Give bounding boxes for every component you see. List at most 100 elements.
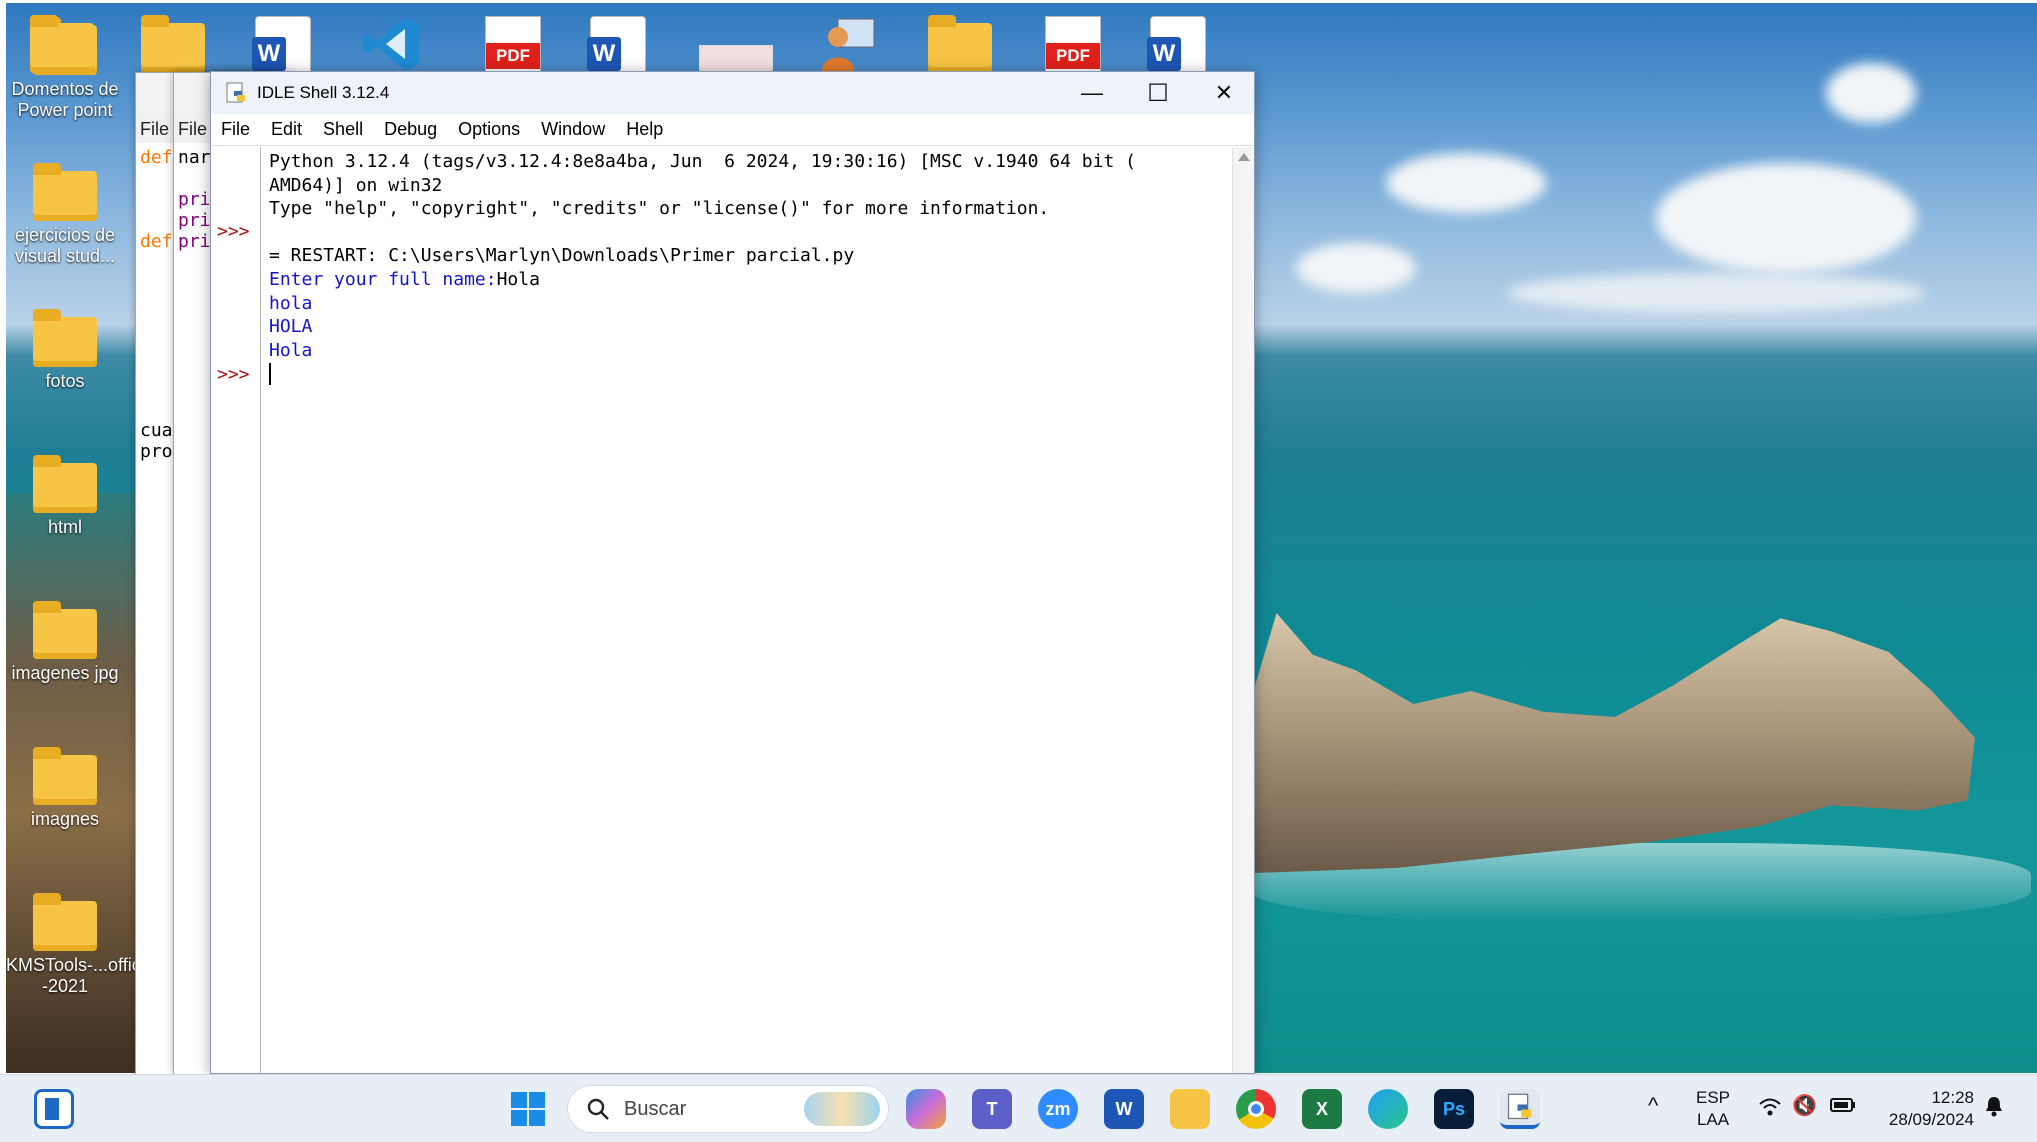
folder-icon-top[interactable]	[928, 13, 992, 75]
desktop-icon-ejercicios[interactable]: ejercicios de visual stud...	[6, 163, 124, 267]
cloud	[1386, 153, 1546, 213]
desktop-icon-label: KMSTools-...office--2021	[6, 955, 157, 996]
desktop-icon-label: Domentos de Power point	[11, 79, 119, 120]
desktop-icon-kmstools[interactable]: KMSTools-...office--2021	[6, 893, 157, 997]
pdf-doc-icon[interactable]: PDF	[1046, 17, 1100, 79]
rock-island	[1255, 613, 1975, 873]
folder-icon	[30, 15, 94, 73]
word-doc-icon[interactable]: W	[252, 17, 310, 79]
menu-bar: File Edit Shell Debug Options Window Hel…	[211, 114, 1254, 146]
volume-muted-icon[interactable]: 🔇	[1792, 1095, 1817, 1117]
folder-icon	[33, 893, 97, 951]
cloud	[1296, 243, 1416, 293]
word-letter: W	[587, 37, 621, 71]
output-line: AMD64)] on win32	[269, 174, 443, 196]
output-line: Type "help", "copyright", "credits" or "…	[269, 198, 1050, 220]
user-input-value: Hola	[496, 268, 540, 290]
desktop-icon-html[interactable]: html	[6, 455, 124, 538]
close-button[interactable]: ✕	[1191, 72, 1257, 114]
photoshop-icon[interactable]: Ps	[1434, 1089, 1474, 1129]
output-line: HOLA	[269, 316, 313, 338]
vscode-logo	[363, 17, 419, 71]
desktop-icon-imagnes[interactable]: imagnes	[6, 747, 124, 830]
shell-prompt: >>>	[217, 364, 250, 385]
wifi-icon[interactable]	[1758, 1097, 1782, 1123]
desktop-icon-fotos[interactable]: fotos	[6, 309, 124, 392]
zoom-label: zm	[1045, 1098, 1071, 1119]
folder-icon	[33, 601, 97, 659]
teams-icon[interactable]: T	[972, 1089, 1012, 1129]
input-prompt-text: Enter your full name:	[269, 268, 497, 290]
shell-input-line[interactable]	[269, 362, 1224, 386]
battery-icon[interactable]	[1830, 1097, 1856, 1119]
python-idle-icon	[225, 82, 247, 104]
folder-icon	[33, 309, 97, 367]
shell-prompt: >>>	[217, 221, 250, 242]
folder-icon	[928, 15, 992, 73]
scroll-up-arrow-icon[interactable]	[1238, 153, 1250, 161]
taskbar: Buscar T zm W X Ps ^ ESP LAA 🔇 12:28 28/…	[0, 1074, 2037, 1142]
language-indicator[interactable]: ESP LAA	[1696, 1087, 1730, 1131]
word-label: W	[1115, 1098, 1133, 1119]
file-explorer-icon[interactable]	[1170, 1089, 1210, 1129]
menu-shell[interactable]: Shell	[323, 119, 363, 140]
cloud	[1506, 273, 1926, 313]
desktop-icon-label: fotos	[45, 371, 85, 391]
taskbar-search-box[interactable]: Buscar	[567, 1085, 889, 1133]
clock[interactable]: 12:28 28/09/2024	[1870, 1087, 1974, 1131]
input-line: Enter your full name:Hola	[269, 268, 1224, 292]
pdf-label: PDF	[1046, 43, 1100, 69]
menu-help[interactable]: Help	[626, 119, 663, 140]
keyboard-layout-label: LAA	[1696, 1110, 1730, 1129]
cloud	[1826, 63, 1916, 123]
vertical-scrollbar[interactable]	[1232, 147, 1254, 1073]
edge-folder-icon[interactable]	[141, 13, 205, 75]
notification-bell-icon[interactable]	[1984, 1095, 2004, 1123]
maximize-button[interactable]: ☐	[1125, 72, 1191, 114]
menu-debug[interactable]: Debug	[384, 119, 437, 140]
photoshop-label: Ps	[1442, 1098, 1466, 1119]
show-desktop-icon[interactable]	[34, 1089, 74, 1129]
desktop-icon-label: ejercicios de visual stud...	[14, 225, 116, 266]
vscode-icon[interactable]	[361, 13, 423, 75]
clock-date: 28/09/2024	[1888, 1110, 1974, 1129]
pdf-label: PDF	[486, 43, 540, 69]
chrome-icon[interactable]	[1236, 1089, 1276, 1129]
search-placeholder: Buscar	[624, 1097, 687, 1120]
search-icon	[587, 1098, 609, 1120]
tray-chevron-icon[interactable]: ^	[1648, 1095, 1658, 1117]
word-letter: W	[1147, 37, 1181, 71]
folder-icon	[33, 747, 97, 805]
menu-options[interactable]: Options	[458, 119, 520, 140]
word-icon[interactable]: W	[1104, 1089, 1144, 1129]
zoom-icon[interactable]: zm	[1038, 1089, 1078, 1129]
excel-label: X	[1315, 1098, 1328, 1119]
desktop-icon-label: imagenes jpg	[11, 663, 119, 683]
desktop-icon-imagenes-jpg[interactable]: imagenes jpg	[6, 601, 124, 684]
word-doc-icon[interactable]: W	[1147, 17, 1205, 79]
shell-area: >>> >>> Python 3.12.4 (tags/v3.12.4:8e8a…	[211, 147, 1254, 1073]
output-line: Python 3.12.4 (tags/v3.12.4:8e8a4ba, Jun…	[269, 151, 1136, 172]
minimize-button[interactable]: —	[1059, 72, 1125, 114]
window-title: IDLE Shell 3.12.4	[257, 83, 390, 102]
user-computer-glyph	[822, 18, 875, 71]
user-computer-icon[interactable]	[816, 13, 878, 75]
window-titlebar[interactable]: IDLE Shell 3.12.4 — ☐ ✕	[211, 72, 1254, 114]
folder-icon	[33, 455, 97, 513]
pdf-doc-icon[interactable]: PDF	[486, 17, 540, 79]
menu-edit[interactable]: Edit	[271, 119, 302, 140]
folder-app-icon[interactable]	[30, 13, 94, 75]
menu-window[interactable]: Window	[541, 119, 605, 140]
excel-icon[interactable]: X	[1302, 1089, 1342, 1129]
folder-icon	[141, 15, 205, 73]
word-doc-icon[interactable]: W	[587, 17, 645, 79]
folder-icon	[33, 163, 97, 221]
output-line: = RESTART: C:\Users\Marlyn\Downloads\Pri…	[269, 245, 855, 267]
python-idle-icon[interactable]	[1500, 1089, 1540, 1129]
edge-icon[interactable]	[1368, 1089, 1408, 1129]
copilot-icon[interactable]	[906, 1089, 946, 1129]
shell-output[interactable]: Python 3.12.4 (tags/v3.12.4:8e8a4ba, Jun…	[261, 147, 1232, 1073]
menu-file[interactable]: File	[221, 119, 250, 140]
windows-start-icon[interactable]	[508, 1089, 548, 1129]
idle-shell-window[interactable]: IDLE Shell 3.12.4 — ☐ ✕ File Edit Shell …	[210, 71, 1255, 1074]
